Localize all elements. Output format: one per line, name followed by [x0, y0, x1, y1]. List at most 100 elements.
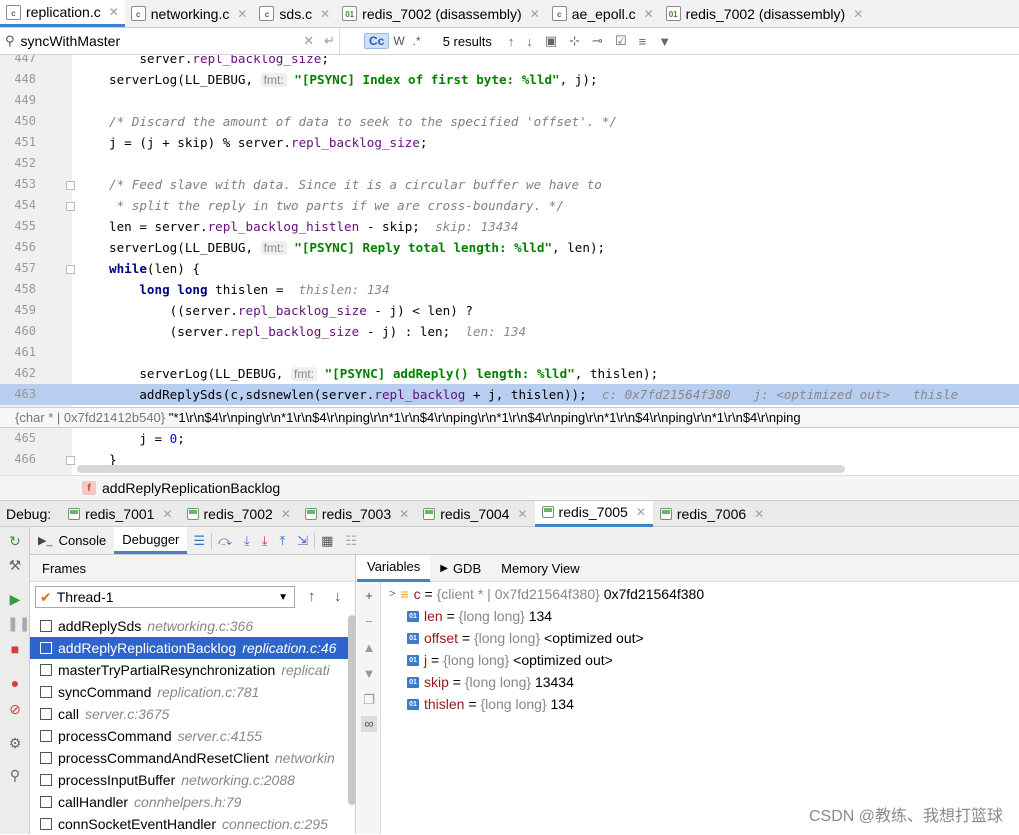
menu-icon[interactable]: ☰	[187, 533, 211, 549]
frame-up-icon[interactable]: ↑	[308, 588, 316, 605]
glasses-icon[interactable]: ∞	[361, 716, 377, 732]
words-toggle[interactable]: W	[389, 34, 408, 48]
close-icon[interactable]: ✕	[237, 7, 247, 21]
fold-marker[interactable]	[66, 202, 75, 211]
move-up-icon[interactable]: ▲	[361, 640, 377, 656]
frame-item-selected[interactable]: addReplyReplicationBacklog replication.c:…	[30, 637, 348, 659]
force-step-into-icon[interactable]: ⤓	[256, 533, 274, 549]
mute-breakpoints-icon[interactable]: ⊘	[7, 701, 23, 717]
add-watch-icon[interactable]: +	[361, 588, 377, 604]
close-icon[interactable]: ✕	[853, 7, 863, 21]
tab-debugger[interactable]: Debugger	[114, 527, 188, 554]
frame-item[interactable]: callHandler connhelpers.h:79	[30, 791, 348, 813]
variable-row[interactable]: 01 offset = {long long} <optimized out>	[407, 627, 644, 649]
match-case-toggle[interactable]: Cc	[364, 33, 390, 49]
horizontal-scrollbar[interactable]	[77, 465, 845, 473]
prev-occurrence-icon[interactable]: ↑	[502, 34, 521, 49]
close-icon[interactable]: ✕	[517, 507, 527, 521]
frame-item[interactable]: processCommand server.c:4155	[30, 725, 348, 747]
tab-memory-view[interactable]: Memory View	[491, 555, 590, 582]
close-icon[interactable]: ✕	[754, 507, 764, 521]
variable-row[interactable]: 01 len = {long long} 134	[407, 605, 552, 627]
multiline-icon[interactable]: ≡	[633, 34, 653, 49]
resume-icon[interactable]: ▶	[7, 591, 23, 607]
search-icon: ⚲	[5, 33, 15, 48]
session-tab-redis-7005[interactable]: redis_7005 ✕	[534, 500, 653, 527]
clear-search-icon[interactable]: ✕	[303, 33, 314, 49]
stop-icon[interactable]: ■	[7, 641, 23, 657]
trace-icon[interactable]: ☷	[339, 533, 363, 549]
breadcrumb-function[interactable]: addReplyReplicationBacklog	[102, 480, 280, 496]
tab-networking-c[interactable]: c networking.c ✕	[125, 0, 254, 27]
variable-name: skip	[424, 674, 449, 690]
session-tab-redis-7004[interactable]: redis_7004 ✕	[416, 501, 534, 527]
tab-disassembly-1[interactable]: 01 redis_7002 (disassembly) ✕	[336, 0, 546, 27]
frames-header: Frames	[30, 555, 355, 582]
tab-console[interactable]: ▶_ Console	[30, 527, 114, 554]
tab-ae-epoll-c[interactable]: c ae_epoll.c ✕	[546, 0, 660, 27]
close-icon[interactable]: ✕	[162, 507, 172, 521]
next-occurrence-icon[interactable]: ↓	[520, 34, 539, 49]
code-editor[interactable]: 447 server.repl_backlog_size; 448 serverL…	[0, 55, 1019, 475]
search-input[interactable]: ⚲ syncWithMaster ✕ ↵	[0, 28, 340, 54]
tab-replication-c[interactable]: c replication.c ✕	[0, 0, 125, 27]
view-breakpoints-icon[interactable]: ●	[7, 675, 23, 691]
frame-item[interactable]: connSocketEventHandler connection.c:295	[30, 813, 348, 835]
evaluate-expression-icon[interactable]: ▦	[314, 532, 339, 549]
regex-toggle[interactable]: .*	[409, 34, 425, 48]
remove-watch-icon[interactable]: −	[361, 614, 377, 630]
pin-icon[interactable]: ⚲	[7, 767, 23, 783]
session-tab-redis-7003[interactable]: redis_7003 ✕	[298, 501, 416, 527]
pause-icon[interactable]: ❚❚	[7, 615, 30, 631]
remove-selection-icon[interactable]: ⊸	[586, 33, 609, 49]
close-icon[interactable]: ✕	[636, 505, 646, 519]
close-icon[interactable]: ✕	[320, 7, 330, 21]
code-line: 451 j = (j + skip) % server.repl_backlog_…	[14, 135, 428, 150]
expand-chevron-icon[interactable]: >	[389, 583, 395, 605]
step-out-icon[interactable]: ⤒	[273, 533, 291, 549]
run-to-cursor-icon[interactable]: ⇲	[291, 533, 314, 549]
select-all-icon[interactable]: ▣	[539, 33, 563, 49]
frame-item[interactable]: processCommandAndResetClient networkin	[30, 747, 348, 769]
fold-marker[interactable]	[66, 181, 75, 190]
frame-item[interactable]: masterTryPartialResynchronization replica…	[30, 659, 348, 681]
step-into-icon[interactable]: ⤓	[238, 533, 256, 549]
close-icon[interactable]: ✕	[530, 7, 540, 21]
step-over-icon[interactable]: ⤼	[211, 532, 238, 549]
frame-item[interactable]: call server.c:3675	[30, 703, 348, 725]
variable-row[interactable]: 01 skip = {long long} 13434	[407, 671, 574, 693]
frames-scrollbar[interactable]	[348, 615, 356, 805]
close-icon[interactable]: ✕	[644, 7, 654, 21]
frame-down-icon[interactable]: ↓	[334, 588, 342, 605]
close-icon[interactable]: ✕	[399, 507, 409, 521]
fold-marker[interactable]	[66, 456, 75, 465]
rerun-icon[interactable]: ↻	[7, 533, 23, 549]
add-selection-icon[interactable]: ⊹	[563, 33, 586, 49]
variable-row[interactable]: 01 j = {long long} <optimized out>	[407, 649, 613, 671]
c-file-icon: c	[130, 6, 146, 21]
close-icon[interactable]: ✕	[281, 507, 291, 521]
newline-icon[interactable]: ↵	[320, 33, 339, 49]
variable-row[interactable]: > ≡ c = {client * | 0x7fd21564f380} 0x7f…	[387, 583, 704, 605]
session-tab-redis-7006[interactable]: redis_7006 ✕	[653, 501, 771, 527]
close-icon[interactable]: ✕	[109, 5, 119, 19]
tab-disassembly-2[interactable]: 01 redis_7002 (disassembly) ✕	[660, 0, 870, 27]
gear-icon[interactable]: ⚙	[7, 735, 23, 751]
tab-variables[interactable]: Variables	[357, 554, 431, 582]
frame-item[interactable]: addReplySds networking.c:366	[30, 615, 348, 637]
tab-sds-c[interactable]: c sds.c ✕	[253, 0, 336, 27]
session-tab-redis-7001[interactable]: redis_7001 ✕	[61, 501, 179, 527]
filter-icon[interactable]: ▼	[652, 34, 677, 49]
thread-select[interactable]: ✔ Thread-1 ▼	[35, 586, 295, 608]
frame-item[interactable]: processInputBuffer networking.c:2088	[30, 769, 348, 791]
wrench-icon[interactable]: ⚒	[7, 557, 23, 573]
tab-gdb[interactable]: ▶ GDB	[430, 555, 491, 582]
frame-location: connhelpers.h:79	[134, 794, 242, 810]
session-tab-redis-7002[interactable]: redis_7002 ✕	[180, 501, 298, 527]
move-down-icon[interactable]: ▼	[361, 666, 377, 682]
copy-icon[interactable]: ❐	[361, 692, 377, 708]
select-all-occurrences-icon[interactable]: ☑	[609, 33, 633, 49]
frame-item[interactable]: syncCommand replication.c:781	[30, 681, 348, 703]
variable-row[interactable]: 01 thislen = {long long} 134	[407, 693, 574, 715]
fold-marker[interactable]	[66, 265, 75, 274]
